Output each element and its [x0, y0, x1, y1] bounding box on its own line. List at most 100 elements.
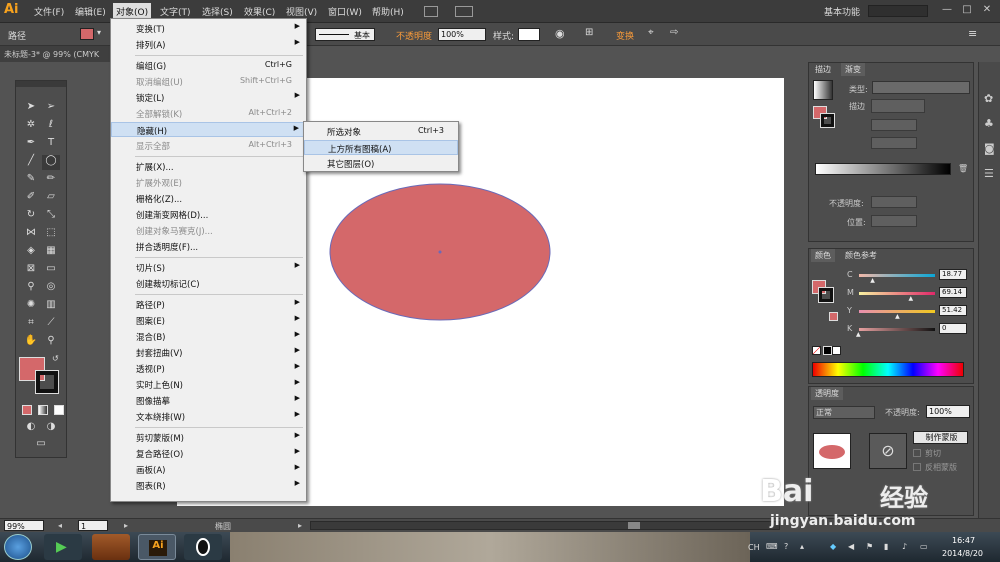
- tab-color[interactable]: 颜色: [811, 249, 835, 262]
- symbol-sprayer-tool-icon[interactable]: ✺: [22, 299, 40, 314]
- channel-value-field[interactable]: 69.14: [939, 287, 967, 298]
- black-swatch[interactable]: [823, 346, 832, 355]
- browser-taskbar-icon[interactable]: [92, 534, 130, 560]
- symbols-panel-icon[interactable]: ♣: [984, 117, 994, 130]
- paintbrush-tool-icon[interactable]: ✎: [22, 173, 40, 188]
- white-swatch[interactable]: [832, 346, 841, 355]
- menu-item[interactable]: 创建裁切标记(C): [111, 276, 306, 291]
- menu-item[interactable]: 隐藏(H) ▶: [111, 122, 306, 137]
- shape-builder-tool-icon[interactable]: ◈: [22, 245, 40, 260]
- usb-icon[interactable]: ▮: [884, 542, 888, 551]
- menu-item[interactable]: 图像描摹 ▶: [111, 393, 306, 408]
- channel-value-field[interactable]: 51.42: [939, 305, 967, 316]
- channel-slider-thumb[interactable]: ▲: [909, 295, 914, 302]
- panel-stroke-box[interactable]: [820, 113, 835, 128]
- channel-slider-thumb[interactable]: ▲: [870, 277, 875, 284]
- none-swatch[interactable]: [812, 346, 821, 355]
- gradient-mode-icon[interactable]: [38, 405, 48, 415]
- menu-item[interactable]: 创建对象马赛克(J)...: [111, 223, 306, 238]
- gradient-tool-icon[interactable]: ▭: [42, 263, 60, 278]
- menu-item[interactable]: 图表(R) ▶: [111, 478, 306, 493]
- gradient-opacity-field[interactable]: [871, 196, 917, 208]
- aspect-field[interactable]: [871, 137, 917, 149]
- page-field[interactable]: 1: [78, 520, 108, 531]
- tab-transparency[interactable]: 透明度: [811, 387, 843, 400]
- illustrator-taskbar-icon[interactable]: Ai: [138, 534, 176, 560]
- transparency-opacity-field[interactable]: 100%: [926, 405, 970, 418]
- artwork-thumbnail[interactable]: [813, 433, 851, 469]
- none-mode-icon[interactable]: [54, 405, 64, 415]
- gradient-type-dropdown[interactable]: [872, 81, 970, 94]
- menu-item[interactable]: 显示全部 Alt+Ctrl+3: [111, 138, 306, 153]
- channel-value-field[interactable]: 0: [939, 323, 967, 334]
- menu-item[interactable]: 画板(A) ▶: [111, 462, 306, 477]
- tray-expand-icon[interactable]: ▴: [800, 542, 804, 551]
- hand-tool-icon[interactable]: ✋: [22, 335, 40, 350]
- artboard-tool-icon[interactable]: ⌗: [22, 317, 40, 332]
- gradient-slider[interactable]: [815, 163, 951, 175]
- out-of-gamut-swatch[interactable]: [829, 312, 838, 321]
- first-page-icon[interactable]: ◂: [58, 521, 62, 530]
- draw-normal-icon[interactable]: ◐: [22, 421, 40, 436]
- menu-item[interactable]: 变换(T) ▶: [111, 21, 306, 36]
- tab-gradient[interactable]: 渐变: [841, 63, 865, 76]
- blend-mode-dropdown[interactable]: 正常: [813, 406, 875, 419]
- blend-tool-icon[interactable]: ◎: [42, 281, 60, 296]
- flag-icon[interactable]: ⚑: [866, 542, 873, 551]
- clock-date[interactable]: 2014/8/20: [942, 549, 983, 558]
- channel-value-field[interactable]: 18.77: [939, 269, 967, 280]
- zoom-tool-icon[interactable]: ⚲: [42, 335, 60, 350]
- menu-item[interactable]: 拼合透明度(F)...: [111, 239, 306, 254]
- zoom-field[interactable]: 99%: [4, 520, 44, 531]
- eraser-tool-icon[interactable]: ▱: [42, 191, 60, 206]
- tab-color-guide[interactable]: 颜色参考: [841, 249, 881, 262]
- draw-behind-icon[interactable]: ◑: [42, 421, 60, 436]
- menu-item[interactable]: 透视(P) ▶: [111, 361, 306, 376]
- eyedropper-tool-icon[interactable]: ⚲: [22, 281, 40, 296]
- free-transform-tool-icon[interactable]: ⬚: [42, 227, 60, 242]
- submenu-item-other-layers[interactable]: 其它图层(O): [304, 156, 458, 171]
- graphic-styles-icon[interactable]: ◙: [984, 142, 995, 155]
- selection-tool-icon[interactable]: ➤: [22, 101, 40, 116]
- screen-mode-icon[interactable]: ▭: [32, 438, 50, 453]
- menu-item[interactable]: 锁定(L) ▶: [111, 90, 306, 105]
- menu-item[interactable]: 实时上色(N) ▶: [111, 377, 306, 392]
- next-page-icon[interactable]: ▸: [124, 521, 128, 530]
- invert-mask-checkbox[interactable]: [913, 463, 921, 471]
- color-stroke-box[interactable]: [818, 287, 834, 303]
- line-tool-icon[interactable]: ╱: [22, 155, 40, 170]
- magic-wand-tool-icon[interactable]: ✲: [22, 119, 40, 134]
- layers-panel-icon[interactable]: ☰: [984, 167, 994, 180]
- trash-icon[interactable]: 🗑: [958, 164, 968, 173]
- menu-item[interactable]: 文本绕排(W) ▶: [111, 409, 306, 424]
- speaker-icon[interactable]: ♪: [902, 542, 907, 551]
- tools-panel-header[interactable]: [16, 81, 66, 87]
- slice-tool-icon[interactable]: ⟋: [42, 317, 60, 332]
- status-menu-icon[interactable]: ▸: [298, 521, 302, 530]
- menu-item[interactable]: 创建渐变网格(D)...: [111, 207, 306, 222]
- channel-slider[interactable]: [859, 328, 935, 331]
- start-button[interactable]: [4, 534, 32, 560]
- blob-brush-tool-icon[interactable]: ✐: [22, 191, 40, 206]
- help-icon[interactable]: ?: [784, 542, 788, 551]
- tab-stroke[interactable]: 描边: [811, 63, 835, 76]
- media-player-icon[interactable]: ▶: [44, 534, 82, 560]
- language-indicator[interactable]: CH: [748, 543, 760, 552]
- type-tool-icon[interactable]: T: [42, 137, 60, 152]
- channel-slider-thumb[interactable]: ▲: [856, 331, 861, 338]
- menu-item[interactable]: 混合(B) ▶: [111, 329, 306, 344]
- angle-field[interactable]: [871, 119, 917, 131]
- channel-slider-thumb[interactable]: ▲: [895, 313, 900, 320]
- direct-selection-tool-icon[interactable]: ➢: [42, 101, 60, 116]
- menu-item[interactable]: 栅格化(Z)...: [111, 191, 306, 206]
- clock-time[interactable]: 16:47: [952, 536, 975, 545]
- menu-item[interactable]: 切片(S) ▶: [111, 260, 306, 275]
- mesh-tool-icon[interactable]: ⊠: [22, 263, 40, 278]
- ellipse-tool-icon[interactable]: ◯: [42, 155, 60, 170]
- rotate-tool-icon[interactable]: ↻: [22, 209, 40, 224]
- menu-item[interactable]: 编组(G) Ctrl+G: [111, 58, 306, 73]
- brushes-panel-icon[interactable]: ✿: [984, 92, 993, 105]
- menu-item[interactable]: 路径(P) ▶: [111, 297, 306, 312]
- width-tool-icon[interactable]: ⋈: [22, 227, 40, 242]
- menu-item[interactable]: 扩展外观(E): [111, 175, 306, 190]
